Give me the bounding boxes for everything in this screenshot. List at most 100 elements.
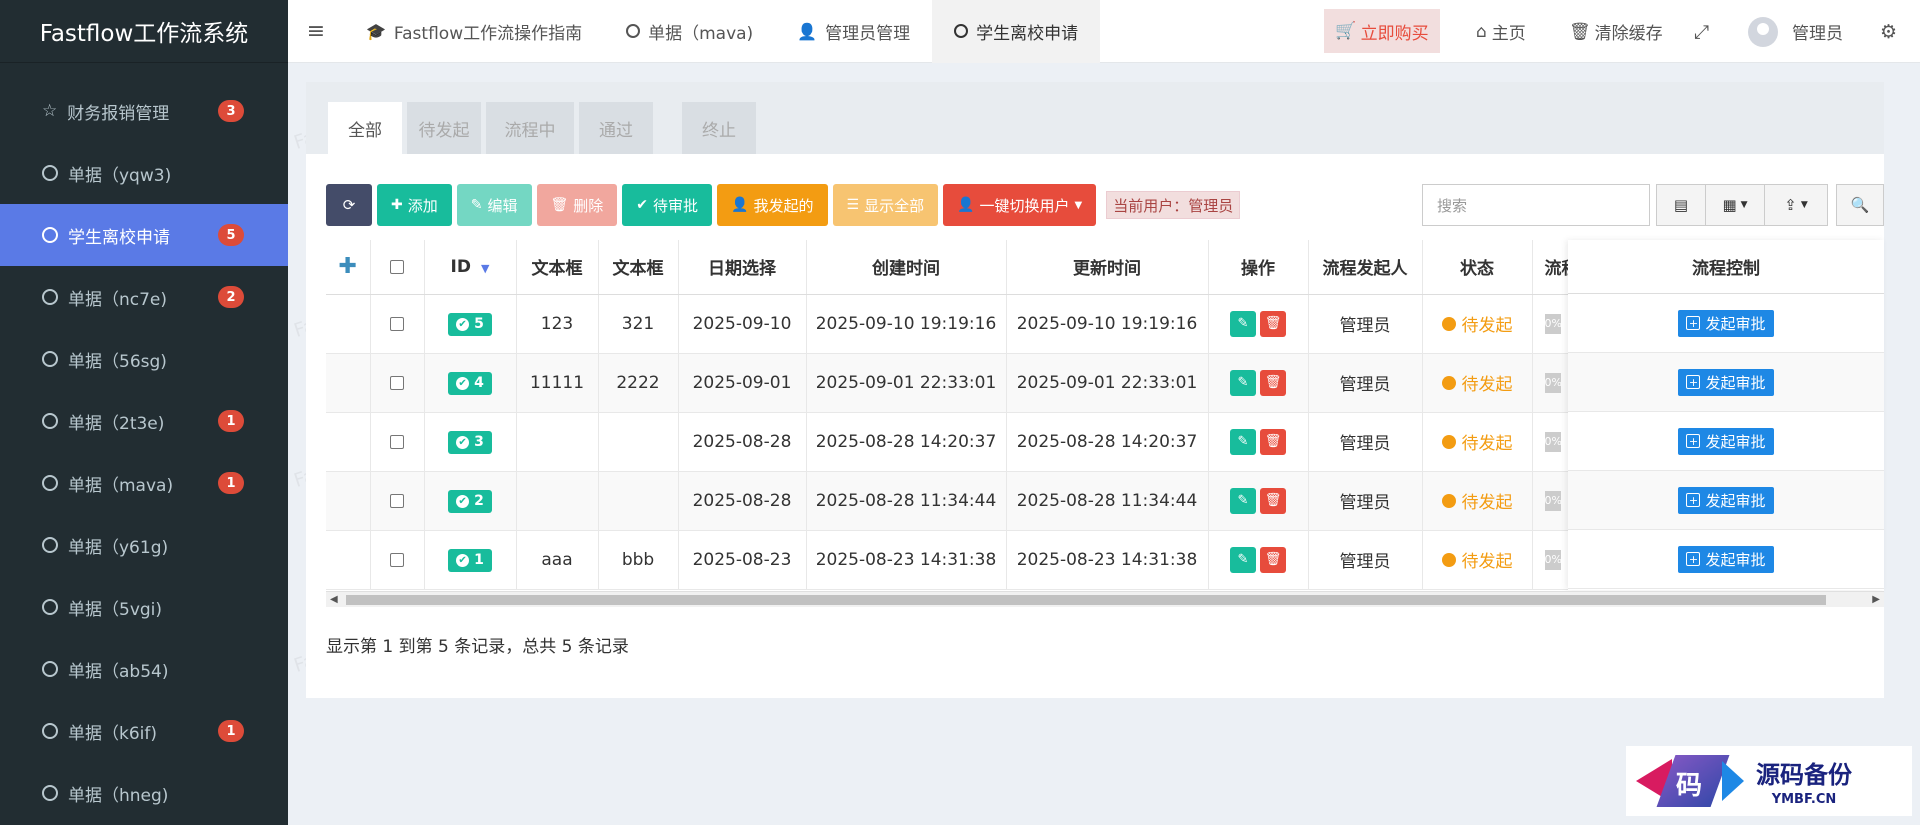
fullscreen-icon[interactable]: ⤢ bbox=[1694, 0, 1709, 63]
circle-icon bbox=[42, 785, 58, 801]
tab-approved[interactable]: 通过 bbox=[579, 102, 653, 154]
select-all-checkbox[interactable] bbox=[370, 240, 425, 295]
sidebar-item-ab54[interactable]: 单据（ab54) bbox=[0, 638, 288, 700]
pending-approval-button[interactable]: ✔ 待审批 bbox=[622, 184, 713, 226]
start-approval-button[interactable]: + 发起审批 bbox=[1678, 486, 1774, 514]
scroll-right-icon[interactable]: ▶ bbox=[1872, 594, 1880, 605]
text2-cell: bbb bbox=[598, 530, 679, 590]
expand-cell[interactable] bbox=[326, 353, 371, 413]
expand-cell[interactable] bbox=[326, 530, 371, 590]
tab-student-leave[interactable]: 学生离校申请 bbox=[932, 0, 1101, 63]
table-row[interactable]: ✔ 4 11111 2222 2025-09-01 2025-09-01 22:33:01… bbox=[326, 353, 1593, 413]
status-badge: 待发起 bbox=[1441, 370, 1513, 395]
expand-cell[interactable] bbox=[326, 294, 371, 354]
table-row[interactable]: ✔ 1 aaa bbb 2025-08-23 2025-08-23 14:31:38 202… bbox=[326, 530, 1593, 590]
sidebar-item-2t3e[interactable]: 单据（2t3e) 1 bbox=[0, 390, 288, 452]
tab-terminated[interactable]: 终止 bbox=[682, 102, 756, 154]
search-button[interactable]: 🔍 bbox=[1836, 184, 1884, 226]
table-row[interactable]: ✔ 2 2025-08-28 2025-08-28 11:34:44 2025-08-2… bbox=[326, 471, 1593, 531]
progress-badge: 0% bbox=[1544, 313, 1561, 334]
edit-row-button[interactable]: ✎ bbox=[1230, 310, 1256, 337]
row-checkbox[interactable] bbox=[370, 294, 425, 354]
tab-all[interactable]: 全部 bbox=[328, 102, 402, 154]
refresh-icon: ⟳ bbox=[342, 196, 356, 214]
date-cell: 2025-09-01 bbox=[678, 353, 807, 413]
table-row[interactable]: ✔ 5 123 321 2025-09-10 2025-09-10 19:19:16 202… bbox=[326, 294, 1593, 354]
tab-guide[interactable]: 🎓 Fastflow工作流操作指南 bbox=[344, 0, 604, 63]
id-badge: ✔ 1 bbox=[448, 548, 492, 572]
table-body: ✔ 5 123 321 2025-09-10 2025-09-10 19:19:16 202… bbox=[326, 294, 1593, 590]
home-icon: ⌂ bbox=[1476, 21, 1487, 42]
search-input[interactable]: 搜索 bbox=[1422, 184, 1650, 226]
status-badge: 待发起 bbox=[1441, 311, 1513, 336]
edit-button[interactable]: ✎ 编辑 bbox=[456, 184, 532, 226]
menu-toggle-icon[interactable]: ≡ bbox=[288, 0, 344, 63]
refresh-button[interactable]: ⟳ bbox=[326, 184, 372, 226]
tab-mava[interactable]: 单据（mava) bbox=[604, 0, 775, 63]
scrollbar-thumb[interactable] bbox=[346, 595, 1826, 605]
pagination-info: 显示第 1 到第 5 条记录，总共 5 条记录 bbox=[326, 637, 629, 657]
delete-row-button[interactable]: 🗑 bbox=[1260, 428, 1286, 455]
expand-header[interactable]: ✚ bbox=[326, 240, 371, 295]
expand-cell[interactable] bbox=[326, 412, 371, 472]
expand-cell[interactable] bbox=[326, 471, 371, 531]
sidebar-item-56sg[interactable]: 单据（56sg) bbox=[0, 328, 288, 390]
delete-row-button[interactable]: 🗑 bbox=[1260, 369, 1286, 396]
clear-cache-link[interactable]: 🗑 清除缓存 bbox=[1569, 0, 1663, 63]
row-checkbox[interactable] bbox=[370, 471, 425, 531]
circle-icon bbox=[42, 537, 58, 553]
sidebar-item-student-leave[interactable]: 学生离校申请 5 bbox=[0, 204, 288, 266]
edit-row-button[interactable]: ✎ bbox=[1230, 369, 1256, 396]
delete-row-button[interactable]: 🗑 bbox=[1260, 487, 1286, 514]
tab-admin[interactable]: 👤 管理员管理 bbox=[775, 0, 932, 63]
sidebar-item-finance[interactable]: ☆ 财务报销管理 3 bbox=[0, 80, 288, 142]
table-row[interactable]: ✔ 3 2025-08-28 2025-08-28 14:20:37 2025-08-2… bbox=[326, 412, 1593, 472]
star-icon: ☆ bbox=[42, 101, 58, 121]
sidebar-item-mava[interactable]: 单据（mava) 1 bbox=[0, 452, 288, 514]
start-approval-button[interactable]: + 发起审批 bbox=[1678, 427, 1774, 455]
delete-row-button[interactable]: 🗑 bbox=[1260, 310, 1286, 337]
sidebar-item-label: 学生离校申请 bbox=[68, 227, 170, 248]
switch-user-button[interactable]: 👤 一键切换用户 ▼ bbox=[943, 184, 1097, 226]
my-initiated-button[interactable]: 👤 我发起的 bbox=[717, 184, 828, 226]
tab-in-process[interactable]: 流程中 bbox=[486, 102, 574, 154]
sidebar-item-nc7e[interactable]: 单据（nc7e) 2 bbox=[0, 266, 288, 328]
sidebar-item-hneg[interactable]: 单据（hneg) bbox=[0, 762, 288, 824]
scroll-left-icon[interactable]: ◀ bbox=[330, 594, 338, 605]
show-all-button[interactable]: ☰ 显示全部 bbox=[832, 184, 939, 226]
app-title: Fastflow工作流系统 bbox=[0, 0, 288, 63]
sidebar-item-5vgi[interactable]: 单据（5vgi) bbox=[0, 576, 288, 638]
edit-row-button[interactable]: ✎ bbox=[1230, 428, 1256, 455]
start-approval-button[interactable]: + 发起审批 bbox=[1678, 309, 1774, 337]
export-button[interactable]: ⇪ ▼ bbox=[1764, 184, 1828, 226]
check-icon: ✔ bbox=[456, 317, 470, 331]
start-approval-button[interactable]: + 发起审批 bbox=[1678, 545, 1774, 573]
edit-row-button[interactable]: ✎ bbox=[1230, 546, 1256, 573]
start-approval-button[interactable]: + 发起审批 bbox=[1678, 368, 1774, 396]
tab-to-start[interactable]: 待发起 bbox=[407, 102, 481, 154]
sidebar-item-k6if[interactable]: 单据（k6if) 1 bbox=[0, 700, 288, 762]
edit-row-button[interactable]: ✎ bbox=[1230, 487, 1256, 514]
date-cell: 2025-08-28 bbox=[678, 471, 807, 531]
settings-gear-icon[interactable]: ⚙ bbox=[1880, 0, 1897, 63]
sidebar: Fastflow工作流系统 ☆ 财务报销管理 3 单据（yqw3) 学生离校申请… bbox=[0, 0, 288, 825]
row-checkbox[interactable] bbox=[370, 353, 425, 413]
progress-badge: 0% bbox=[1544, 490, 1561, 511]
columns-button[interactable]: ▦ ▼ bbox=[1705, 184, 1765, 226]
plus-square-icon: + bbox=[1686, 493, 1701, 507]
horizontal-scrollbar[interactable]: ◀ ▶ bbox=[326, 591, 1884, 607]
toggle-view-button[interactable]: ▤ bbox=[1656, 184, 1706, 226]
row-checkbox[interactable] bbox=[370, 412, 425, 472]
delete-row-button[interactable]: 🗑 bbox=[1260, 546, 1286, 573]
ymbf-logo-icon: 码 bbox=[1626, 751, 1746, 811]
buy-now-button[interactable]: 🛒 立即购买 bbox=[1324, 9, 1440, 53]
user-menu[interactable]: 管理员 bbox=[1748, 0, 1843, 63]
sidebar-item-yqw3[interactable]: 单据（yqw3) bbox=[0, 142, 288, 204]
delete-button[interactable]: 🗑 删除 bbox=[536, 184, 618, 226]
sidebar-item-y61g[interactable]: 单据（y61g) bbox=[0, 514, 288, 576]
count-badge: 5 bbox=[218, 224, 244, 246]
home-link[interactable]: ⌂ 主页 bbox=[1476, 0, 1526, 63]
add-button[interactable]: ✚ 添加 bbox=[377, 184, 452, 226]
row-checkbox[interactable] bbox=[370, 530, 425, 590]
col-id[interactable]: ID ▼ bbox=[424, 240, 517, 295]
